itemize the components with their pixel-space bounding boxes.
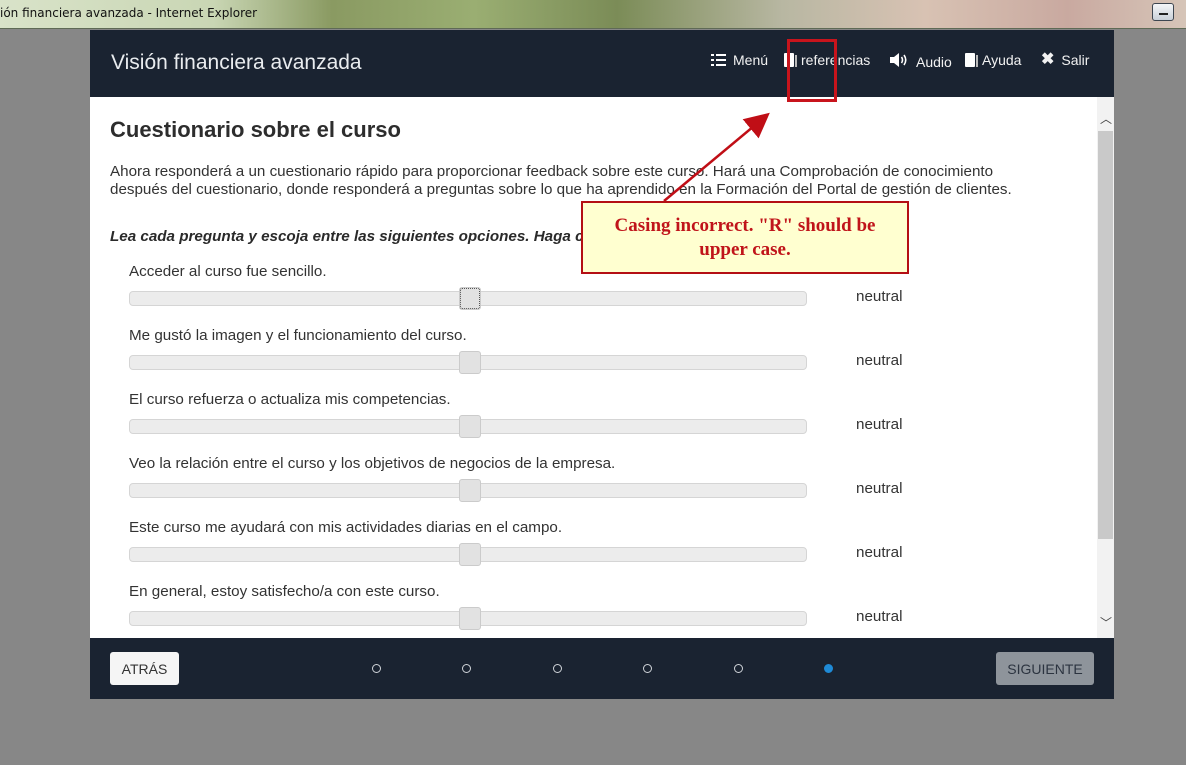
annotation-arrow — [663, 112, 770, 202]
annotation-callout: Casing incorrect. "R" should be upper ca… — [581, 201, 909, 274]
